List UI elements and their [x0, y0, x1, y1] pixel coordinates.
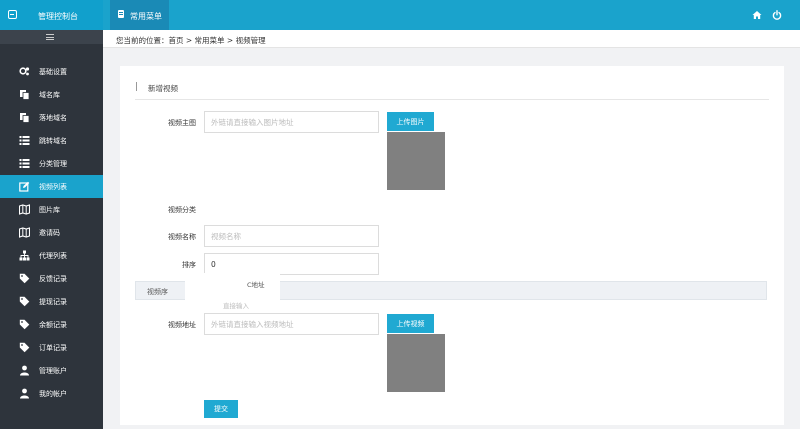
video-url-input[interactable]: [204, 313, 379, 335]
sidebar-item-label: 域名库: [39, 91, 60, 99]
overlay-text: C地址: [247, 281, 265, 289]
sidebar-item-label: 我的帐户: [39, 390, 67, 398]
tag-icon: [19, 296, 30, 307]
copy-icon: [20, 113, 30, 123]
edit-icon: [19, 181, 30, 192]
sidebar-item-label: 跳转域名: [39, 137, 67, 145]
sidebar-item-label: 余额记录: [39, 321, 67, 329]
upload-image-button[interactable]: 上传图片: [387, 112, 434, 131]
sidebar-item-my-account[interactable]: 我的帐户: [0, 382, 103, 405]
menu-tab-common[interactable]: 常用菜单: [110, 0, 169, 30]
sidebar-toggle[interactable]: [0, 30, 103, 44]
sort-label: 排序: [182, 261, 196, 269]
home-icon[interactable]: [752, 10, 762, 20]
sidebar-item-basic-settings[interactable]: 基础设置: [0, 60, 103, 83]
copy-icon: [20, 90, 30, 100]
list-icon: [19, 159, 30, 168]
video-url-label: 视频地址: [168, 321, 196, 329]
sidebar-item-label: 分类管理: [39, 160, 67, 168]
sidebar-item-withdraw-records[interactable]: 提现记录: [0, 290, 103, 313]
sidebar-item-order-records[interactable]: 订单记录: [0, 336, 103, 359]
list-icon: [19, 136, 30, 145]
gears-icon: [19, 67, 30, 76]
menu-tab-label: 常用菜单: [130, 12, 162, 21]
sidebar-item-label: 落地域名: [39, 114, 67, 122]
sidebar-item-label: 邀请码: [39, 229, 60, 237]
sidebar-item-domain-library[interactable]: 域名库: [0, 83, 103, 106]
sidebar-item-feedback-records[interactable]: 反馈记录: [0, 267, 103, 290]
sidebar-item-balance-records[interactable]: 余额记录: [0, 313, 103, 336]
sidebar-item-label: 视频列表: [39, 183, 67, 191]
title-marker: [136, 82, 137, 91]
brand-title: 管理控制台: [38, 12, 78, 21]
sidebar-item-label: 订单记录: [39, 344, 67, 352]
sitemap-icon: [19, 250, 30, 261]
name-label: 视频名称: [168, 233, 196, 241]
sidebar: 基础设置 域名库 落地域名 跳转域名 分类管理 视频列表 图片库 邀请码 代理列…: [0, 30, 103, 429]
console-icon: [8, 10, 17, 19]
tag-icon: [19, 273, 30, 284]
user-icon: [20, 388, 29, 399]
sidebar-item-landing-domain[interactable]: 落地域名: [0, 106, 103, 129]
user-icon: [20, 365, 29, 376]
category-label: 视频分类: [168, 206, 196, 214]
overlay-placeholder-text: 直接输入: [223, 302, 249, 310]
sidebar-item-agent-list[interactable]: 代理列表: [0, 244, 103, 267]
image-preview: [387, 132, 445, 190]
sidebar-item-label: 反馈记录: [39, 275, 67, 283]
top-bar: 管理控制台 常用菜单: [0, 0, 800, 30]
cover-label: 视频主图: [168, 119, 196, 127]
tag-icon: [19, 319, 30, 330]
power-icon[interactable]: [772, 10, 782, 20]
menu-toggle-icon: [46, 34, 54, 40]
sidebar-item-video-list[interactable]: 视频列表: [0, 175, 103, 198]
map-icon: [19, 204, 30, 215]
sidebar-item-label: 管理账户: [39, 367, 67, 375]
sidebar-item-invite-code[interactable]: 邀请码: [0, 221, 103, 244]
book-icon: [118, 10, 124, 18]
overlay-label: 视频序: [147, 288, 168, 296]
sidebar-item-admin-accounts[interactable]: 管理账户: [0, 359, 103, 382]
cover-url-input[interactable]: [204, 111, 379, 133]
breadcrumb: 您当前的位置：首页 > 常用菜单 > 视频管理: [116, 36, 266, 45]
video-preview: [387, 334, 445, 392]
breadcrumb-bar: 您当前的位置：首页 > 常用菜单 > 视频管理: [103, 30, 800, 48]
panel-header: 新增视频: [135, 78, 769, 100]
map-icon: [19, 227, 30, 238]
page-title: 新增视频: [148, 84, 178, 93]
video-name-input[interactable]: [204, 225, 379, 247]
sidebar-item-redirect-domain[interactable]: 跳转域名: [0, 129, 103, 152]
sidebar-item-label: 图片库: [39, 206, 60, 214]
sidebar-item-label: 提现记录: [39, 298, 67, 306]
sidebar-item-label: 代理列表: [39, 252, 67, 260]
submit-button[interactable]: 提交: [204, 400, 238, 418]
upload-video-button[interactable]: 上传视频: [387, 314, 434, 333]
tag-icon: [19, 342, 30, 353]
sidebar-item-category-management[interactable]: 分类管理: [0, 152, 103, 175]
brand[interactable]: 管理控制台: [0, 0, 103, 30]
sidebar-item-image-library[interactable]: 图片库: [0, 198, 103, 221]
sidebar-item-label: 基础设置: [39, 68, 67, 76]
sort-input[interactable]: [204, 253, 379, 275]
bottom-strip: [103, 425, 800, 429]
